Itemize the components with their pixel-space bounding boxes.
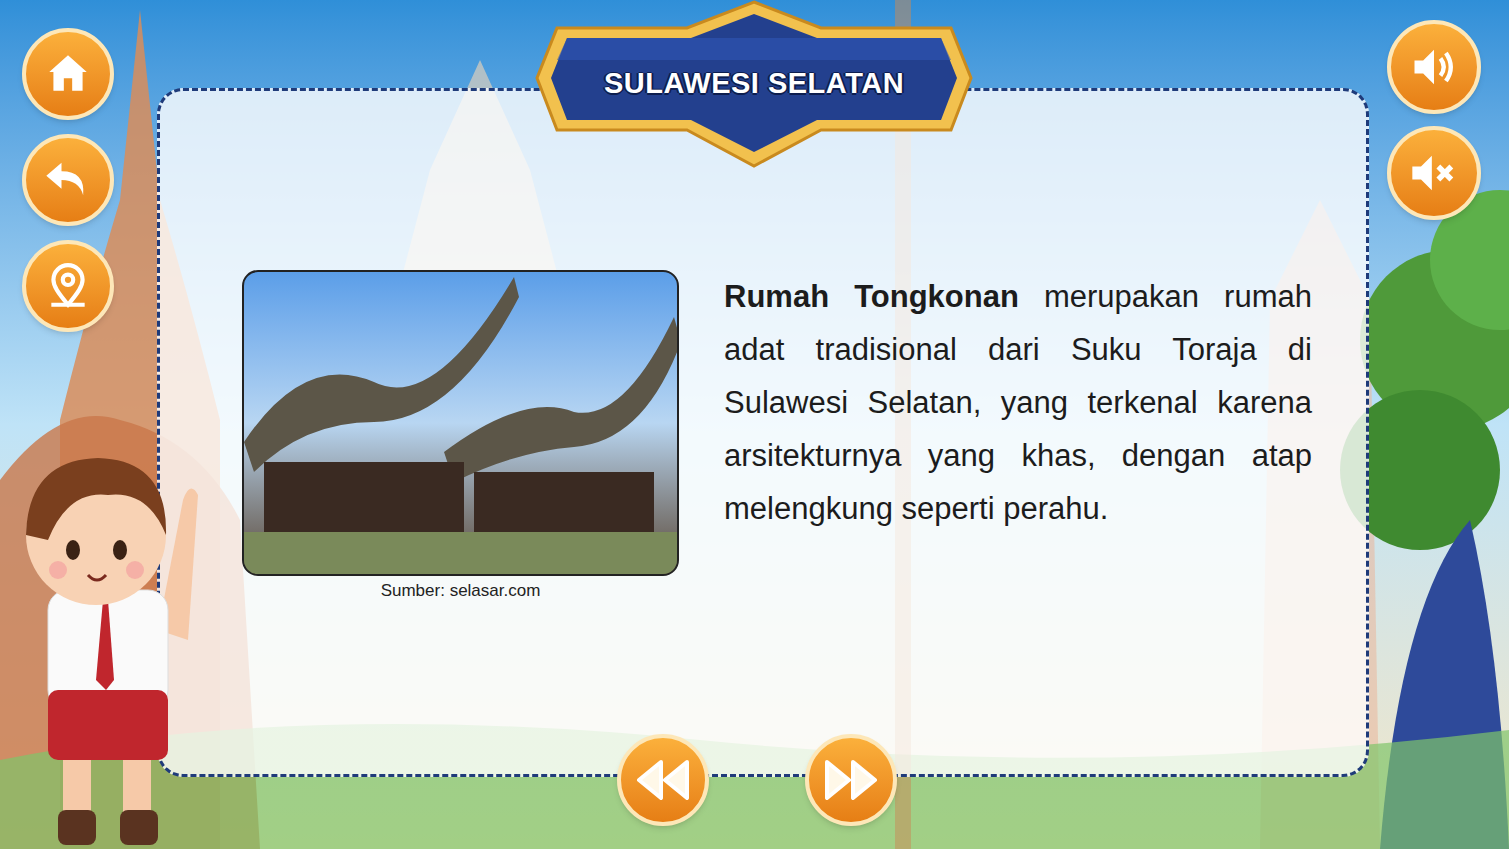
- term: Rumah Tongkonan: [724, 279, 1019, 314]
- mute-button[interactable]: [1387, 126, 1481, 220]
- student-character-icon: [8, 440, 208, 849]
- screen: Sumber: selasar.com Rumah Tongkonan meru…: [0, 0, 1509, 849]
- location-button[interactable]: [22, 240, 114, 332]
- page-navigation: [617, 734, 897, 826]
- forward-icon: [823, 758, 879, 802]
- page-title: SULAWESI SELATAN: [604, 62, 904, 106]
- left-toolbar: [22, 28, 114, 332]
- back-arrow-icon: [42, 154, 94, 206]
- back-button[interactable]: [22, 134, 114, 226]
- mute-speaker-icon: [1408, 147, 1460, 199]
- right-toolbar: [1387, 20, 1481, 220]
- description: merupakan rumah adat tradisional dari Su…: [724, 279, 1312, 526]
- photo: [242, 270, 679, 576]
- home-icon: [43, 49, 93, 99]
- description-text: Rumah Tongkonan merupakan rumah adat tra…: [724, 270, 1312, 535]
- content-card: Sumber: selasar.com Rumah Tongkonan meru…: [157, 88, 1369, 777]
- home-button[interactable]: [22, 28, 114, 120]
- photo-caption: Sumber: selasar.com: [381, 580, 541, 602]
- photo-frame: Sumber: selasar.com: [242, 270, 679, 602]
- title-banner: SULAWESI SELATAN: [531, 0, 977, 168]
- rewind-icon: [635, 758, 691, 802]
- speaker-icon: [1408, 41, 1460, 93]
- location-pin-icon: [43, 261, 93, 311]
- next-button[interactable]: [805, 734, 897, 826]
- previous-button[interactable]: [617, 734, 709, 826]
- sound-on-button[interactable]: [1387, 20, 1481, 114]
